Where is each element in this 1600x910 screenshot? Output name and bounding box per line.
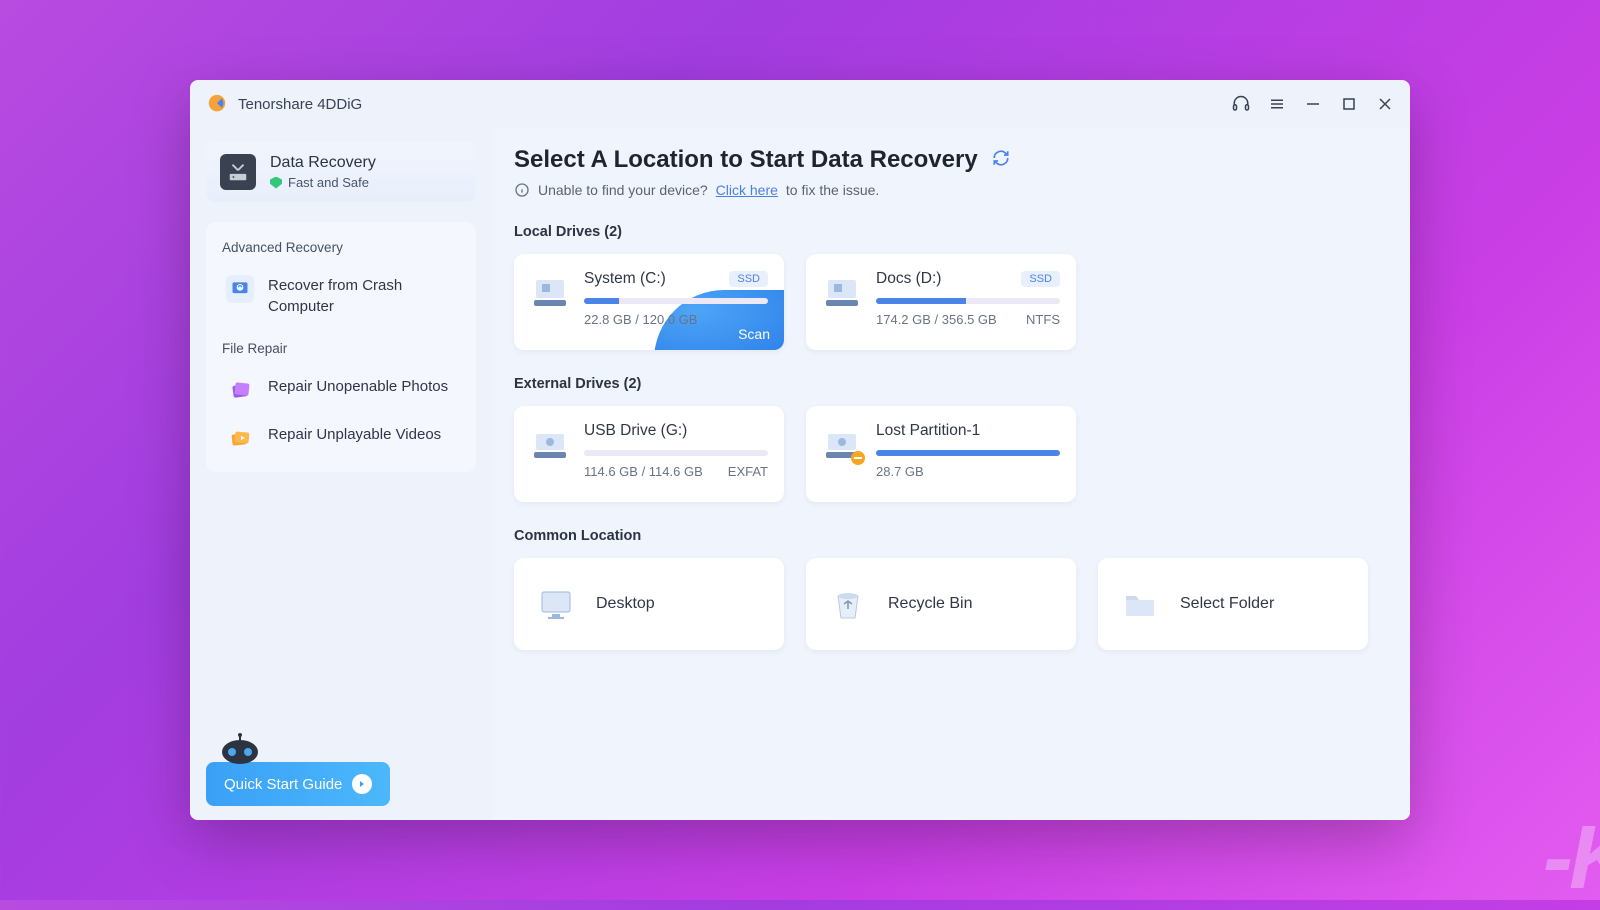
- folder-icon: [1118, 582, 1162, 626]
- drive-card-docs-d[interactable]: Docs (D:) SSD 174.2 GB / 356.5 GB NTFS: [806, 254, 1076, 350]
- external-drives-label: External Drives (2): [514, 376, 1380, 392]
- advanced-recovery-label: Advanced Recovery: [222, 240, 460, 255]
- sidebar-primary-title: Data Recovery: [270, 154, 376, 172]
- drive-card-system-c[interactable]: System (C:) SSD 22.8 GB / 120.0 GB Scan: [514, 254, 784, 350]
- page-title: Select A Location to Start Data Recovery: [514, 146, 978, 174]
- drive-usage: 22.8 GB / 120.0 GB: [584, 312, 697, 327]
- sidebar-item-label: Repair Unplayable Videos: [268, 424, 441, 445]
- drive-name: System (C:): [584, 270, 666, 288]
- location-select-folder[interactable]: Select Folder: [1098, 558, 1368, 650]
- drive-name: Lost Partition-1: [876, 422, 980, 440]
- main-content: Select A Location to Start Data Recovery…: [492, 128, 1410, 820]
- minimize-button[interactable]: [1304, 95, 1322, 113]
- quick-start-guide-button[interactable]: Quick Start Guide: [206, 762, 390, 806]
- hint-text: Unable to find your device?: [538, 182, 708, 198]
- local-drives-label: Local Drives (2): [514, 224, 1380, 240]
- drive-tag: SSD: [1021, 271, 1060, 287]
- maximize-button[interactable]: [1340, 95, 1358, 113]
- drive-usage: 28.7 GB: [876, 464, 924, 479]
- photos-icon: [226, 376, 254, 404]
- shield-icon: [270, 177, 282, 189]
- close-button[interactable]: [1376, 95, 1394, 113]
- ssd-icon: [530, 272, 570, 312]
- scan-label: Scan: [738, 326, 770, 342]
- drive-card-usb-g[interactable]: USB Drive (G:) 114.6 GB / 114.6 GB EXFAT: [514, 406, 784, 502]
- support-icon[interactable]: [1232, 95, 1250, 113]
- sidebar-item-repair-photos[interactable]: Repair Unopenable Photos: [222, 366, 460, 414]
- sidebar-primary-subtitle: Fast and Safe: [288, 175, 369, 190]
- warning-badge-icon: [850, 450, 866, 466]
- sidebar-item-data-recovery[interactable]: Data Recovery Fast and Safe: [206, 142, 476, 202]
- hint-text: to fix the issue.: [786, 182, 879, 198]
- location-label: Select Folder: [1180, 595, 1274, 613]
- location-desktop[interactable]: Desktop: [514, 558, 784, 650]
- location-recycle-bin[interactable]: Recycle Bin: [806, 558, 1076, 650]
- drive-tools-icon: [220, 154, 256, 190]
- hint-link[interactable]: Click here: [716, 182, 778, 198]
- drive-tag: SSD: [729, 271, 768, 287]
- hint-row: Unable to find your device? Click here t…: [514, 182, 1380, 198]
- titlebar: Tenorshare 4DDiG: [190, 80, 1410, 128]
- bot-icon: [218, 732, 262, 764]
- drive-name: USB Drive (G:): [584, 422, 687, 440]
- app-window: Tenorshare 4DDiG Data Recovery Fast and …: [190, 80, 1410, 820]
- drive-usage: 114.6 GB / 114.6 GB: [584, 464, 703, 479]
- ssd-icon: [822, 272, 862, 312]
- drive-usage: 174.2 GB / 356.5 GB: [876, 312, 997, 327]
- sidebar-item-repair-videos[interactable]: Repair Unplayable Videos: [222, 414, 460, 462]
- drive-name: Docs (D:): [876, 270, 941, 288]
- refresh-icon[interactable]: [992, 149, 1010, 172]
- common-location-label: Common Location: [514, 528, 1380, 544]
- location-label: Desktop: [596, 595, 655, 613]
- app-logo-icon: [206, 93, 228, 115]
- monitor-recovery-icon: [226, 275, 254, 303]
- sidebar-item-label: Recover from Crash Computer: [268, 275, 456, 317]
- app-title: Tenorshare 4DDiG: [238, 96, 362, 113]
- sidebar: Data Recovery Fast and Safe Advanced Rec…: [190, 128, 492, 820]
- usb-drive-icon: [530, 424, 570, 464]
- drive-card-lost-partition[interactable]: Lost Partition-1 28.7 GB: [806, 406, 1076, 502]
- location-label: Recycle Bin: [888, 595, 972, 613]
- guide-label: Quick Start Guide: [224, 776, 342, 793]
- recycle-bin-icon: [826, 582, 870, 626]
- watermark: ‑K: [1543, 807, 1600, 910]
- info-icon: [514, 182, 530, 198]
- file-repair-label: File Repair: [222, 341, 460, 356]
- sidebar-item-label: Repair Unopenable Photos: [268, 376, 448, 397]
- menu-icon[interactable]: [1268, 95, 1286, 113]
- desktop-icon: [534, 582, 578, 626]
- drive-fs: NTFS: [1026, 312, 1060, 327]
- chevron-right-icon: [352, 774, 372, 794]
- sidebar-item-crash-recovery[interactable]: Recover from Crash Computer: [222, 265, 460, 327]
- videos-icon: [226, 424, 254, 452]
- drive-fs: EXFAT: [728, 464, 768, 479]
